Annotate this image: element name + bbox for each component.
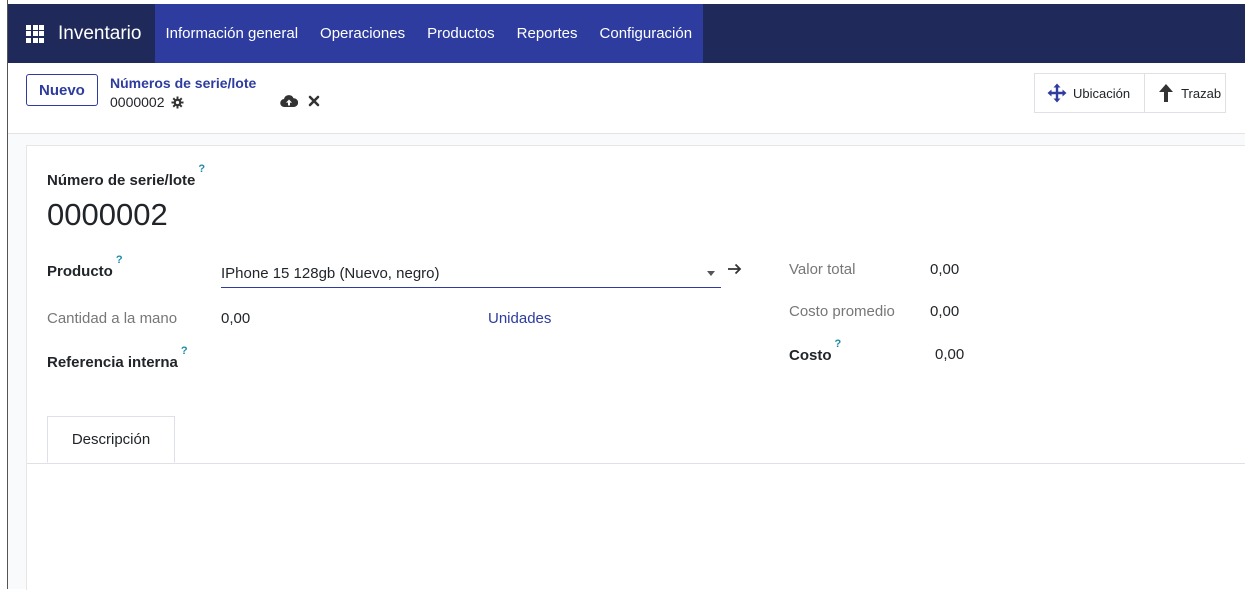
app-name[interactable]: Inventario — [58, 23, 141, 45]
lot-name-label: Número de serie/lote? — [47, 163, 205, 189]
control-panel: Nuevo Números de serie/lote 0000002 Ubic… — [8, 63, 1245, 134]
total-value: 0,00 — [930, 261, 960, 278]
menu-productos[interactable]: Productos — [416, 4, 506, 63]
help-tooltip-icon[interactable]: ? — [198, 163, 205, 175]
gear-icon[interactable] — [171, 95, 184, 109]
arrows-move-icon — [1047, 83, 1067, 103]
lot-name-label-text: Número de serie/lote — [47, 172, 196, 189]
avg-cost-label: Costo promedio — [789, 303, 895, 320]
menu-informacion-general[interactable]: Información general — [155, 4, 309, 63]
new-button[interactable]: Nuevo — [26, 74, 98, 106]
record-status-icons — [280, 94, 320, 108]
form-sheet: Número de serie/lote? 0000002 Producto? … — [26, 145, 1245, 590]
lot-name-value[interactable]: 0000002 — [47, 197, 168, 233]
help-tooltip-icon[interactable]: ? — [181, 345, 188, 357]
product-label: Producto? — [47, 254, 123, 280]
notebook-tabs: Descripción — [27, 416, 1245, 464]
smart-buttons: Ubicación Trazab — [1034, 73, 1227, 113]
tab-descripcion[interactable]: Descripción — [47, 416, 175, 463]
apps-grid-icon[interactable] — [26, 24, 44, 43]
product-field[interactable]: IPhone 15 128gb (Nuevo, negro) — [221, 259, 721, 288]
breadcrumb-current: 0000002 — [110, 93, 256, 111]
cost-label: Costo? — [789, 338, 841, 364]
help-tooltip-icon[interactable]: ? — [835, 338, 842, 350]
avg-cost-value: 0,00 — [930, 303, 960, 320]
location-button[interactable]: Ubicación — [1034, 73, 1146, 113]
traceability-button[interactable]: Trazab — [1145, 73, 1227, 113]
traceability-button-label: Trazab — [1181, 85, 1222, 101]
product-field-value: IPhone 15 128gb (Nuevo, negro) — [221, 264, 440, 282]
cloud-upload-icon[interactable] — [280, 94, 298, 108]
discard-x-icon[interactable] — [308, 95, 320, 107]
breadcrumb: Números de serie/lote 0000002 — [110, 75, 256, 111]
total-value-label: Valor total — [789, 261, 856, 278]
menu-reportes[interactable]: Reportes — [506, 4, 589, 63]
top-navbar: Inventario Información general Operacion… — [8, 4, 1245, 63]
qty-value: 0,00 — [221, 310, 251, 327]
menu-operaciones[interactable]: Operaciones — [309, 4, 416, 63]
uom-value: Unidades — [488, 310, 552, 327]
app-switcher[interactable]: Inventario — [8, 4, 153, 63]
cost-value: 0,00 — [935, 346, 965, 363]
chevron-down-icon[interactable] — [707, 271, 715, 276]
internal-ref-label-text: Referencia interna — [47, 354, 178, 371]
product-label-text: Producto — [47, 263, 113, 280]
menu-configuracion[interactable]: Configuración — [589, 4, 704, 63]
location-button-label: Ubicación — [1073, 85, 1131, 101]
help-tooltip-icon[interactable]: ? — [116, 254, 123, 266]
arrow-right-icon[interactable] — [727, 262, 742, 276]
internal-ref-label: Referencia interna? — [47, 345, 188, 371]
breadcrumb-current-label: 0000002 — [110, 94, 165, 110]
arrow-up-icon — [1159, 84, 1174, 102]
qty-label: Cantidad a la mano — [47, 310, 178, 327]
breadcrumb-parent-link[interactable]: Números de serie/lote — [110, 75, 256, 91]
main-menu: Información general Operaciones Producto… — [155, 4, 704, 63]
cost-label-text: Costo — [789, 347, 832, 364]
